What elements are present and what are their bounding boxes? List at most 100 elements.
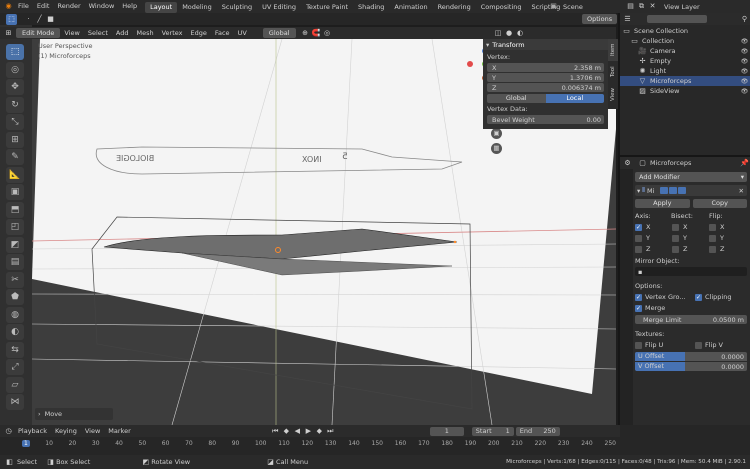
- spin-tool-icon[interactable]: ◍: [6, 306, 24, 323]
- bevel-tool-icon[interactable]: ◩: [6, 236, 24, 253]
- editor-type-icon[interactable]: ⊞: [3, 28, 14, 39]
- menu-render[interactable]: Render: [53, 0, 84, 13]
- timeline-editor-icon[interactable]: ◷: [3, 426, 14, 437]
- outliner-editor-icon[interactable]: ☰: [622, 14, 633, 25]
- axis-x-checkbox[interactable]: [635, 223, 642, 231]
- shear-tool-icon[interactable]: ▱: [6, 376, 24, 393]
- current-frame-field[interactable]: 1: [429, 426, 464, 436]
- apply-button[interactable]: Apply: [635, 199, 690, 208]
- extrude-tool-icon[interactable]: ⬒: [6, 201, 24, 218]
- viewport-menu-uv[interactable]: UV: [234, 27, 251, 40]
- menu-help[interactable]: Help: [118, 0, 141, 13]
- transform-header[interactable]: ▾ Transform: [483, 39, 608, 50]
- render-toggle-icon[interactable]: [678, 187, 687, 194]
- snap-icon[interactable]: 🧲: [311, 28, 322, 39]
- rip-tool-icon[interactable]: ⋈: [6, 394, 24, 410]
- select-box-icon[interactable]: ⬚: [6, 13, 17, 25]
- menu-edit[interactable]: Edit: [33, 0, 54, 13]
- poly-build-tool-icon[interactable]: ⬟: [6, 289, 24, 305]
- last-operator-panel[interactable]: › Move: [35, 408, 113, 420]
- copy-icon[interactable]: ⧉: [636, 1, 647, 12]
- ortho-toggle-icon[interactable]: ▦: [491, 143, 502, 154]
- viewport-menu-mesh[interactable]: Mesh: [132, 27, 157, 40]
- y-field[interactable]: Y 1.3706 m: [487, 73, 604, 82]
- clipping-checkbox[interactable]: [695, 293, 702, 301]
- bevel-weight-field[interactable]: Bevel Weight 0.00: [487, 115, 604, 124]
- tab-modeling[interactable]: Modeling: [177, 2, 217, 13]
- axis-y-checkbox[interactable]: [635, 234, 642, 242]
- properties-editor-icon[interactable]: ⚙: [622, 158, 633, 169]
- visibility-eye-icon[interactable]: 👁: [739, 56, 750, 67]
- face-select-icon[interactable]: ■: [45, 14, 56, 25]
- gizmo-x-icon[interactable]: [467, 61, 473, 67]
- select-box-tool-icon[interactable]: ⬚: [6, 44, 24, 60]
- timeline-menu-keying[interactable]: Keying: [51, 425, 81, 438]
- outliner-item-empty[interactable]: ✢ Empty 👁: [620, 56, 750, 66]
- close-icon[interactable]: ✕: [739, 187, 744, 195]
- visibility-eye-icon[interactable]: 👁: [739, 86, 750, 97]
- global-button[interactable]: Global: [487, 94, 546, 103]
- editmode-toggle-icon[interactable]: [660, 187, 669, 194]
- modifier-header[interactable]: ▾ ⫴ Mi ✕: [635, 185, 747, 196]
- outliner-item-sideview[interactable]: ▨ SideView 👁: [620, 86, 750, 96]
- vertex-select-icon[interactable]: ·: [23, 14, 34, 25]
- axis-z-checkbox[interactable]: [635, 245, 642, 253]
- shading-solid-icon[interactable]: ●: [504, 28, 515, 39]
- pivot-icon[interactable]: ⊕: [300, 28, 311, 39]
- filter-icon[interactable]: ⚲: [739, 14, 750, 25]
- outliner-item-scene-collection[interactable]: ▭ Scene Collection: [620, 26, 750, 36]
- add-modifier-button[interactable]: Add Modifier ▾: [635, 172, 747, 182]
- timeline-menu-marker[interactable]: Marker: [104, 425, 134, 438]
- viewport-menu-select[interactable]: Select: [84, 27, 112, 40]
- viewport-menu-view[interactable]: View: [60, 27, 83, 40]
- viewport-menu-add[interactable]: Add: [112, 27, 133, 40]
- local-button[interactable]: Local: [545, 94, 604, 103]
- visibility-eye-icon[interactable]: 👁: [739, 46, 750, 57]
- bisect-z-checkbox[interactable]: [672, 245, 679, 253]
- tab-layout[interactable]: Layout: [145, 1, 178, 13]
- end-frame-field[interactable]: End 250: [515, 426, 560, 436]
- flip-y-checkbox[interactable]: [709, 234, 716, 242]
- outliner-search-input[interactable]: [647, 15, 707, 23]
- view-layer-selector[interactable]: ▤ ⧉ ✕ View Layer: [625, 1, 699, 12]
- scale-tool-icon[interactable]: ⤡: [6, 114, 24, 130]
- cursor-tool-icon[interactable]: ◎: [6, 61, 24, 78]
- modifier-name[interactable]: Mi: [647, 187, 654, 195]
- mirror-object-field[interactable]: ▪: [635, 267, 747, 276]
- timeline-menu-view[interactable]: View: [81, 425, 104, 438]
- menu-window[interactable]: Window: [85, 0, 119, 13]
- vertex-groups-checkbox[interactable]: [635, 293, 642, 301]
- knife-tool-icon[interactable]: ✂: [6, 271, 24, 288]
- viewport-toggle-icon[interactable]: [669, 187, 678, 194]
- u-offset-field[interactable]: U Offset 0.0000: [635, 352, 747, 361]
- viewport-menu-edge[interactable]: Edge: [187, 27, 211, 40]
- mode-selector[interactable]: Edit Mode: [16, 28, 61, 38]
- rotate-tool-icon[interactable]: ↻: [6, 96, 24, 113]
- v-offset-field[interactable]: V Offset 0.0000: [635, 362, 747, 371]
- outliner-item-collection[interactable]: ▭ Collection 👁: [620, 36, 750, 46]
- scene-selector[interactable]: ▣ Scene: [548, 1, 583, 12]
- tab-compositing[interactable]: Compositing: [476, 2, 527, 13]
- frame-ruler[interactable]: 1 10 20 30 40 50 60 70 80 90 100 110 120 130 140 150 160…: [0, 437, 620, 455]
- xray-icon[interactable]: ◫: [493, 28, 504, 39]
- edge-select-icon[interactable]: ╱: [34, 14, 45, 25]
- flip-z-checkbox[interactable]: [709, 245, 716, 253]
- sidebar-tab-view[interactable]: View: [608, 83, 618, 105]
- play-reverse-icon[interactable]: ◀: [292, 426, 303, 437]
- smooth-tool-icon[interactable]: ◐: [6, 324, 24, 340]
- sidebar-tab-item[interactable]: Item: [608, 39, 618, 61]
- bisect-y-checkbox[interactable]: [672, 234, 679, 242]
- sidebar-tab-tool[interactable]: Tool: [608, 61, 618, 83]
- prev-key-icon[interactable]: ◆: [281, 426, 292, 437]
- tab-sculpting[interactable]: Sculpting: [217, 2, 257, 13]
- tab-animation[interactable]: Animation: [389, 2, 432, 13]
- measure-tool-icon[interactable]: 📐: [6, 166, 24, 183]
- inset-tool-icon[interactable]: ◰: [6, 219, 24, 235]
- shading-material-icon[interactable]: ◐: [515, 28, 526, 39]
- copy-button[interactable]: Copy: [692, 199, 747, 208]
- visibility-eye-icon[interactable]: 👁: [739, 76, 750, 87]
- flip-x-checkbox[interactable]: [709, 223, 716, 231]
- shrink-fatten-tool-icon[interactable]: ⤢: [6, 359, 24, 375]
- timeline-menu-playback[interactable]: Playback: [14, 425, 51, 438]
- start-frame-field[interactable]: Start 1: [471, 426, 514, 436]
